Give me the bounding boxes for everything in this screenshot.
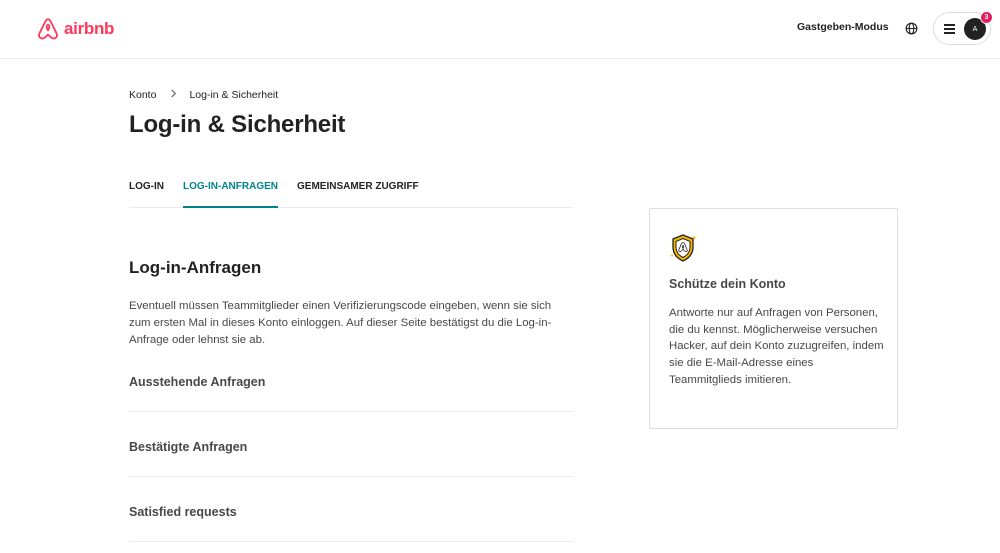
breadcrumb-current: Log-in & Sicherheit (189, 89, 279, 101)
tab-bar: LOG-IN LOG-IN-ANFRAGEN GEMEINSAMER ZUGRI… (129, 181, 573, 208)
chevron-right-icon (170, 89, 177, 101)
shield-icon (669, 232, 699, 264)
confirmed-requests-label: Bestätigte Anfragen (129, 440, 248, 454)
card-title: Schütze dein Konto (669, 277, 786, 291)
hamburger-menu-icon (944, 24, 955, 34)
language-globe-icon[interactable] (902, 19, 920, 37)
logo-text: airbnb (64, 19, 115, 38)
section-description: Eventuell müssen Teammitglieder einen Ve… (129, 300, 552, 346)
card-text: Antworte nur auf Anfragen von Personen, … (669, 307, 884, 386)
top-nav: airbnb Gastgeben-Modus A 3 (0, 0, 1000, 59)
confirmed-requests-row[interactable]: Bestätigte Anfragen (129, 412, 573, 477)
breadcrumb-konto-link[interactable]: Konto (129, 89, 156, 101)
tab-log-in[interactable]: LOG-IN (129, 181, 164, 208)
satisfied-requests-label: Satisfied requests (129, 505, 237, 519)
user-menu-button[interactable]: A 3 (933, 11, 993, 45)
pending-requests-label: Ausstehende Anfragen (129, 375, 266, 389)
satisfied-requests-row[interactable]: Satisfied requests (129, 477, 573, 542)
pending-requests-row[interactable]: Ausstehende Anfragen (129, 347, 573, 412)
notification-badge: 3 (980, 11, 993, 24)
host-mode-link[interactable]: Gastgeben-Modus (789, 19, 897, 35)
tab-log-in-anfragen[interactable]: LOG-IN-ANFRAGEN (183, 181, 278, 208)
section-title: Log-in-Anfragen (129, 258, 262, 277)
airbnb-logo-icon (38, 18, 58, 40)
breadcrumb: Konto Log-in & Sicherheit (129, 89, 278, 101)
protect-account-card: Schütze dein Konto Antworte nur auf Anfr… (649, 208, 898, 429)
page-title: Log-in & Sicherheit (129, 111, 346, 138)
airbnb-logo[interactable]: airbnb (36, 16, 114, 42)
tab-gemeinsamer-zugriff[interactable]: GEMEINSAMER ZUGRIFF (297, 181, 419, 208)
